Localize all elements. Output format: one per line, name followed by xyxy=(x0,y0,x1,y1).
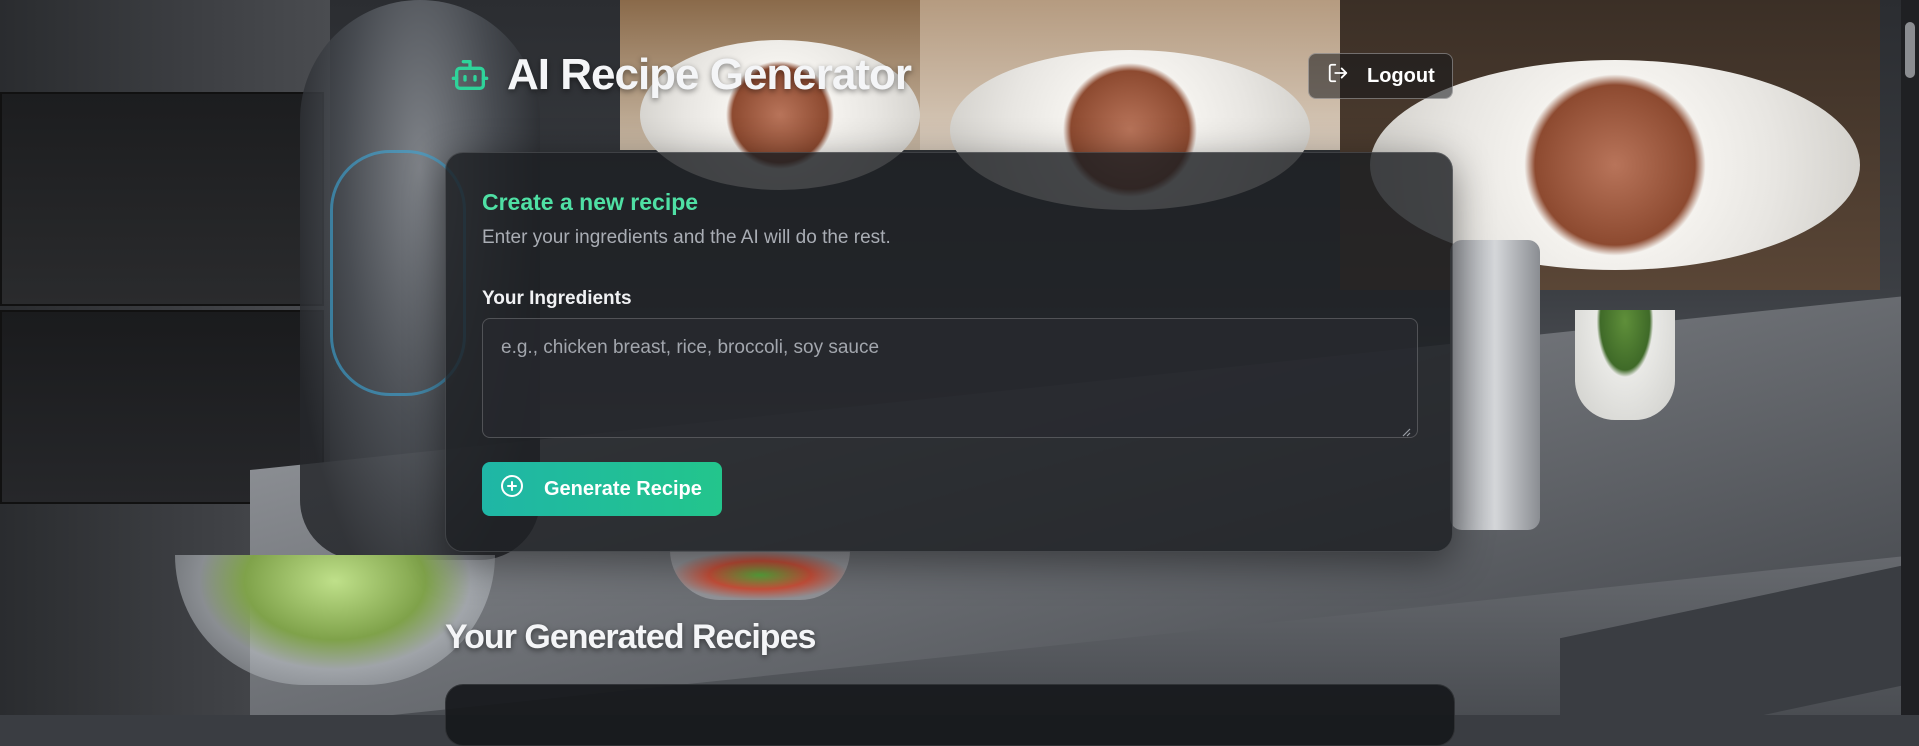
card-subtitle: Enter your ingredients and the AI will d… xyxy=(482,227,891,248)
plus-circle-icon xyxy=(500,474,524,504)
robot-icon xyxy=(449,54,491,96)
brand: AI Recipe Generator xyxy=(449,50,912,100)
scrollbar-thumb[interactable] xyxy=(1905,22,1915,78)
logout-icon xyxy=(1327,62,1349,90)
background-blender xyxy=(1450,240,1540,530)
logout-label: Logout xyxy=(1367,64,1435,87)
logout-button[interactable]: Logout xyxy=(1308,53,1453,99)
card-title: Create a new recipe xyxy=(482,189,699,215)
generate-recipe-button[interactable]: Generate Recipe xyxy=(482,462,722,516)
app-title: AI Recipe Generator xyxy=(507,50,912,99)
generated-recipes-card xyxy=(445,684,1455,746)
background-oven xyxy=(0,92,324,306)
app-header: AI Recipe Generator Logout xyxy=(445,50,1453,110)
background-bowl-small xyxy=(670,550,850,600)
scrollbar[interactable] xyxy=(1901,0,1919,715)
generate-recipe-label: Generate Recipe xyxy=(544,477,702,500)
create-recipe-card: Create a new recipe Enter your ingredien… xyxy=(445,152,1453,552)
ingredients-input[interactable]: e.g., chicken breast, rice, broccoli, so… xyxy=(482,318,1418,438)
background-plant xyxy=(1575,310,1675,420)
ingredients-label: Your Ingredients xyxy=(482,288,632,309)
generated-recipes-title: Your Generated Recipes xyxy=(445,618,816,656)
resize-grip-icon[interactable] xyxy=(1401,421,1411,437)
ingredients-placeholder: e.g., chicken breast, rice, broccoli, so… xyxy=(501,337,880,358)
